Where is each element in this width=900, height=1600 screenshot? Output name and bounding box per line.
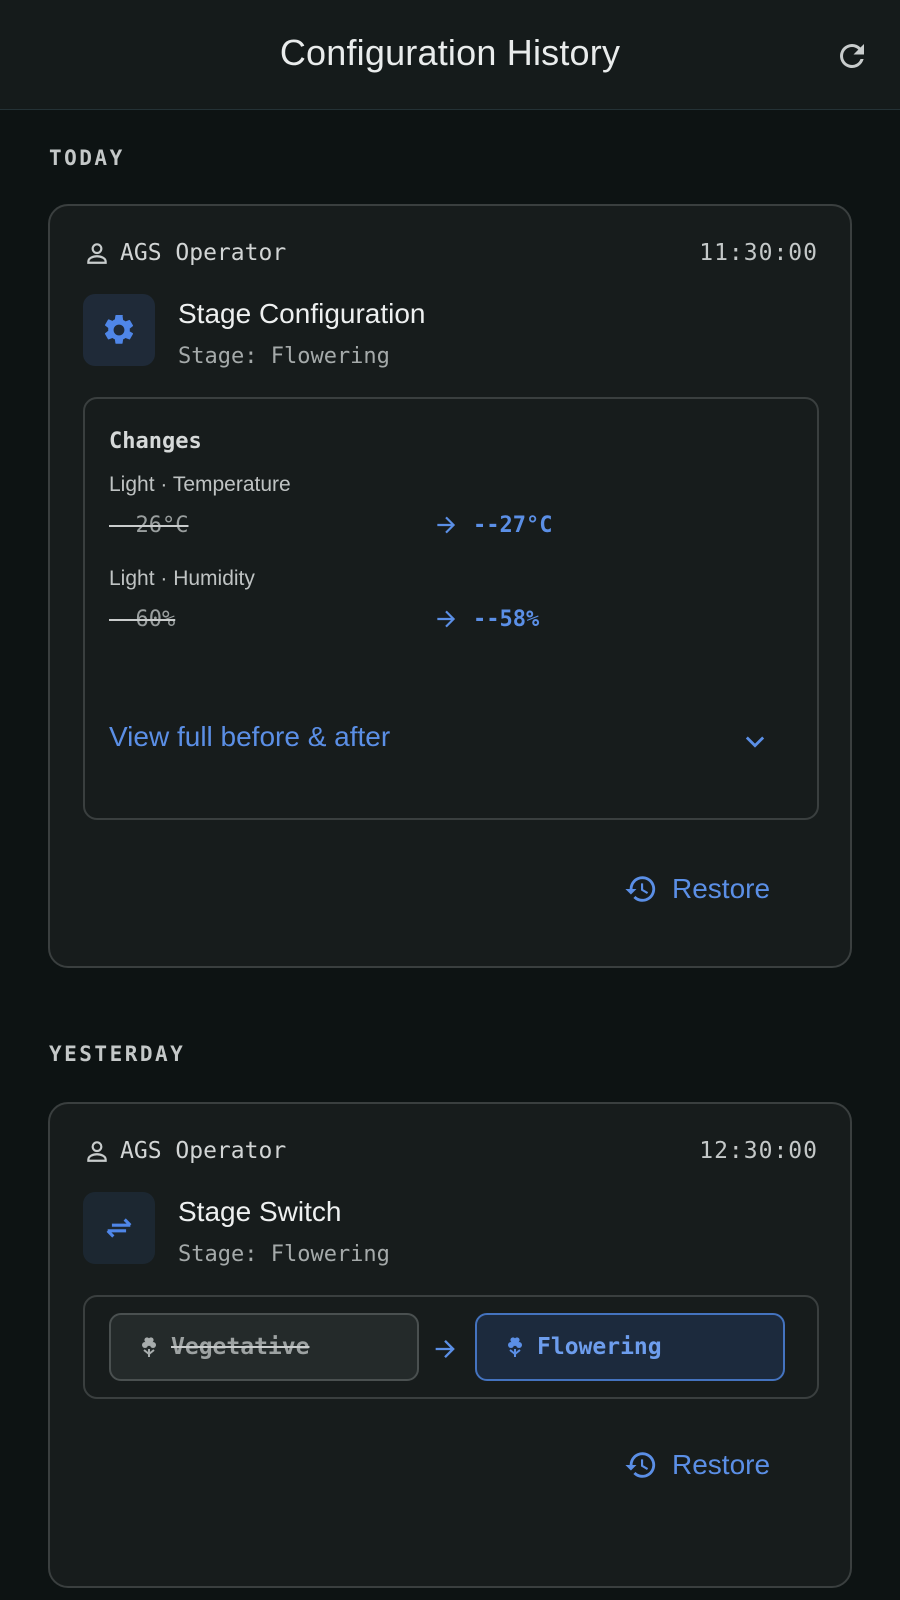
user-name: AGS Operator — [120, 240, 287, 266]
arrow-right-icon — [437, 610, 456, 628]
app-header: Configuration History — [0, 0, 900, 110]
section-label-yesterday: YESTERDAY — [49, 1042, 186, 1066]
flower-icon — [508, 1337, 522, 1357]
restore-label: Restore — [672, 1449, 771, 1480]
new-value: --27°C — [473, 513, 553, 538]
history-card-yesterday: AGS Operator 12:30:00 Stage Switch Stage… — [48, 1102, 852, 1588]
history-icon — [625, 876, 656, 902]
entry-title: Stage Configuration — [178, 298, 426, 329]
stage-switch-panel: Vegetative Flowering — [83, 1295, 819, 1399]
changes-panel: Changes Light · Temperature --26°C --27°… — [83, 397, 819, 820]
change-label: Light · Temperature — [109, 473, 291, 496]
restore-button[interactable]: Restore — [624, 872, 770, 906]
entry-type-icon-box — [83, 294, 155, 366]
user-icon — [87, 1141, 107, 1162]
from-stage-label: Vegetative — [171, 1334, 310, 1360]
flower-icon — [142, 1337, 156, 1357]
refresh-icon — [840, 43, 864, 68]
change-label: Light · Humidity — [109, 567, 255, 590]
history-icon — [625, 1452, 656, 1478]
to-stage-label: Flowering — [537, 1334, 662, 1360]
entry-type-icon-box — [83, 1192, 155, 1264]
gear-icon — [104, 314, 134, 344]
section-label-today: TODAY — [49, 146, 125, 170]
swap-arrows-icon — [106, 1218, 132, 1238]
changes-heading: Changes — [109, 429, 202, 454]
old-value: --26°C — [109, 513, 189, 538]
user-row: AGS Operator — [84, 1138, 286, 1164]
arrow-right-icon — [437, 516, 456, 534]
restore-button[interactable]: Restore — [624, 1448, 770, 1482]
user-row: AGS Operator — [84, 240, 286, 266]
entry-title: Stage Switch — [178, 1196, 342, 1227]
refresh-button[interactable] — [832, 36, 872, 76]
to-stage-pill: Flowering — [475, 1313, 785, 1381]
new-value: --58% — [473, 607, 540, 632]
view-full-link[interactable]: View full before & after — [109, 721, 390, 753]
chevron-down-icon[interactable] — [741, 727, 769, 755]
user-icon — [87, 243, 107, 264]
history-card-today: AGS Operator 11:30:00 Stage Configuratio… — [48, 204, 852, 968]
entry-subtitle: Stage: Flowering — [178, 1242, 390, 1267]
user-name: AGS Operator — [120, 1138, 287, 1164]
entry-subtitle: Stage: Flowering — [178, 344, 390, 369]
from-stage-pill: Vegetative — [109, 1313, 419, 1381]
arrow-right-icon — [435, 1340, 455, 1358]
old-value: --60% — [109, 607, 176, 632]
restore-label: Restore — [672, 873, 771, 904]
entry-time: 12:30:00 — [699, 1138, 818, 1164]
page-title: Configuration History — [279, 32, 621, 73]
entry-time: 11:30:00 — [699, 240, 818, 266]
